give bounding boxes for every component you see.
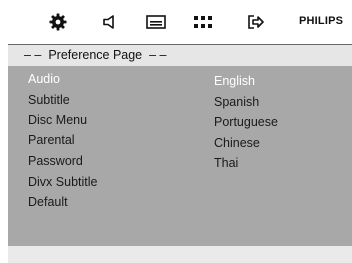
brand-logo: PHILIPS [299,15,344,27]
option-portuguese[interactable]: Portuguese [214,115,278,129]
subtitle-icon[interactable] [145,12,167,32]
menu-item-divx-subtitle[interactable]: Divx Subtitle [28,175,97,189]
option-spanish[interactable]: Spanish [214,95,259,109]
menu-item-audio[interactable]: Audio [28,72,60,86]
gear-icon[interactable] [48,12,68,32]
option-english[interactable]: English [214,74,255,88]
menu-item-password[interactable]: Password [28,154,83,168]
menu-item-default[interactable]: Default [28,195,68,209]
menu-area: Audio Subtitle Disc Menu Parental Passwo… [8,66,352,247]
page-title: – – Preference Page – – [24,48,167,62]
option-thai[interactable]: Thai [214,156,238,170]
bottom-bar [8,246,352,263]
top-toolbar: PHILIPS [0,0,352,44]
page-header: – – Preference Page – – [8,45,352,66]
menu-item-parental[interactable]: Parental [28,133,75,147]
speaker-icon[interactable] [100,12,120,32]
menu-item-subtitle[interactable]: Subtitle [28,93,70,107]
menu-item-disc-menu[interactable]: Disc Menu [28,113,87,127]
exit-icon[interactable] [246,12,266,32]
preference-panel: – – Preference Page – – Audio Subtitle D… [8,44,352,247]
dots-grid-icon[interactable] [193,12,215,32]
option-chinese[interactable]: Chinese [214,136,260,150]
